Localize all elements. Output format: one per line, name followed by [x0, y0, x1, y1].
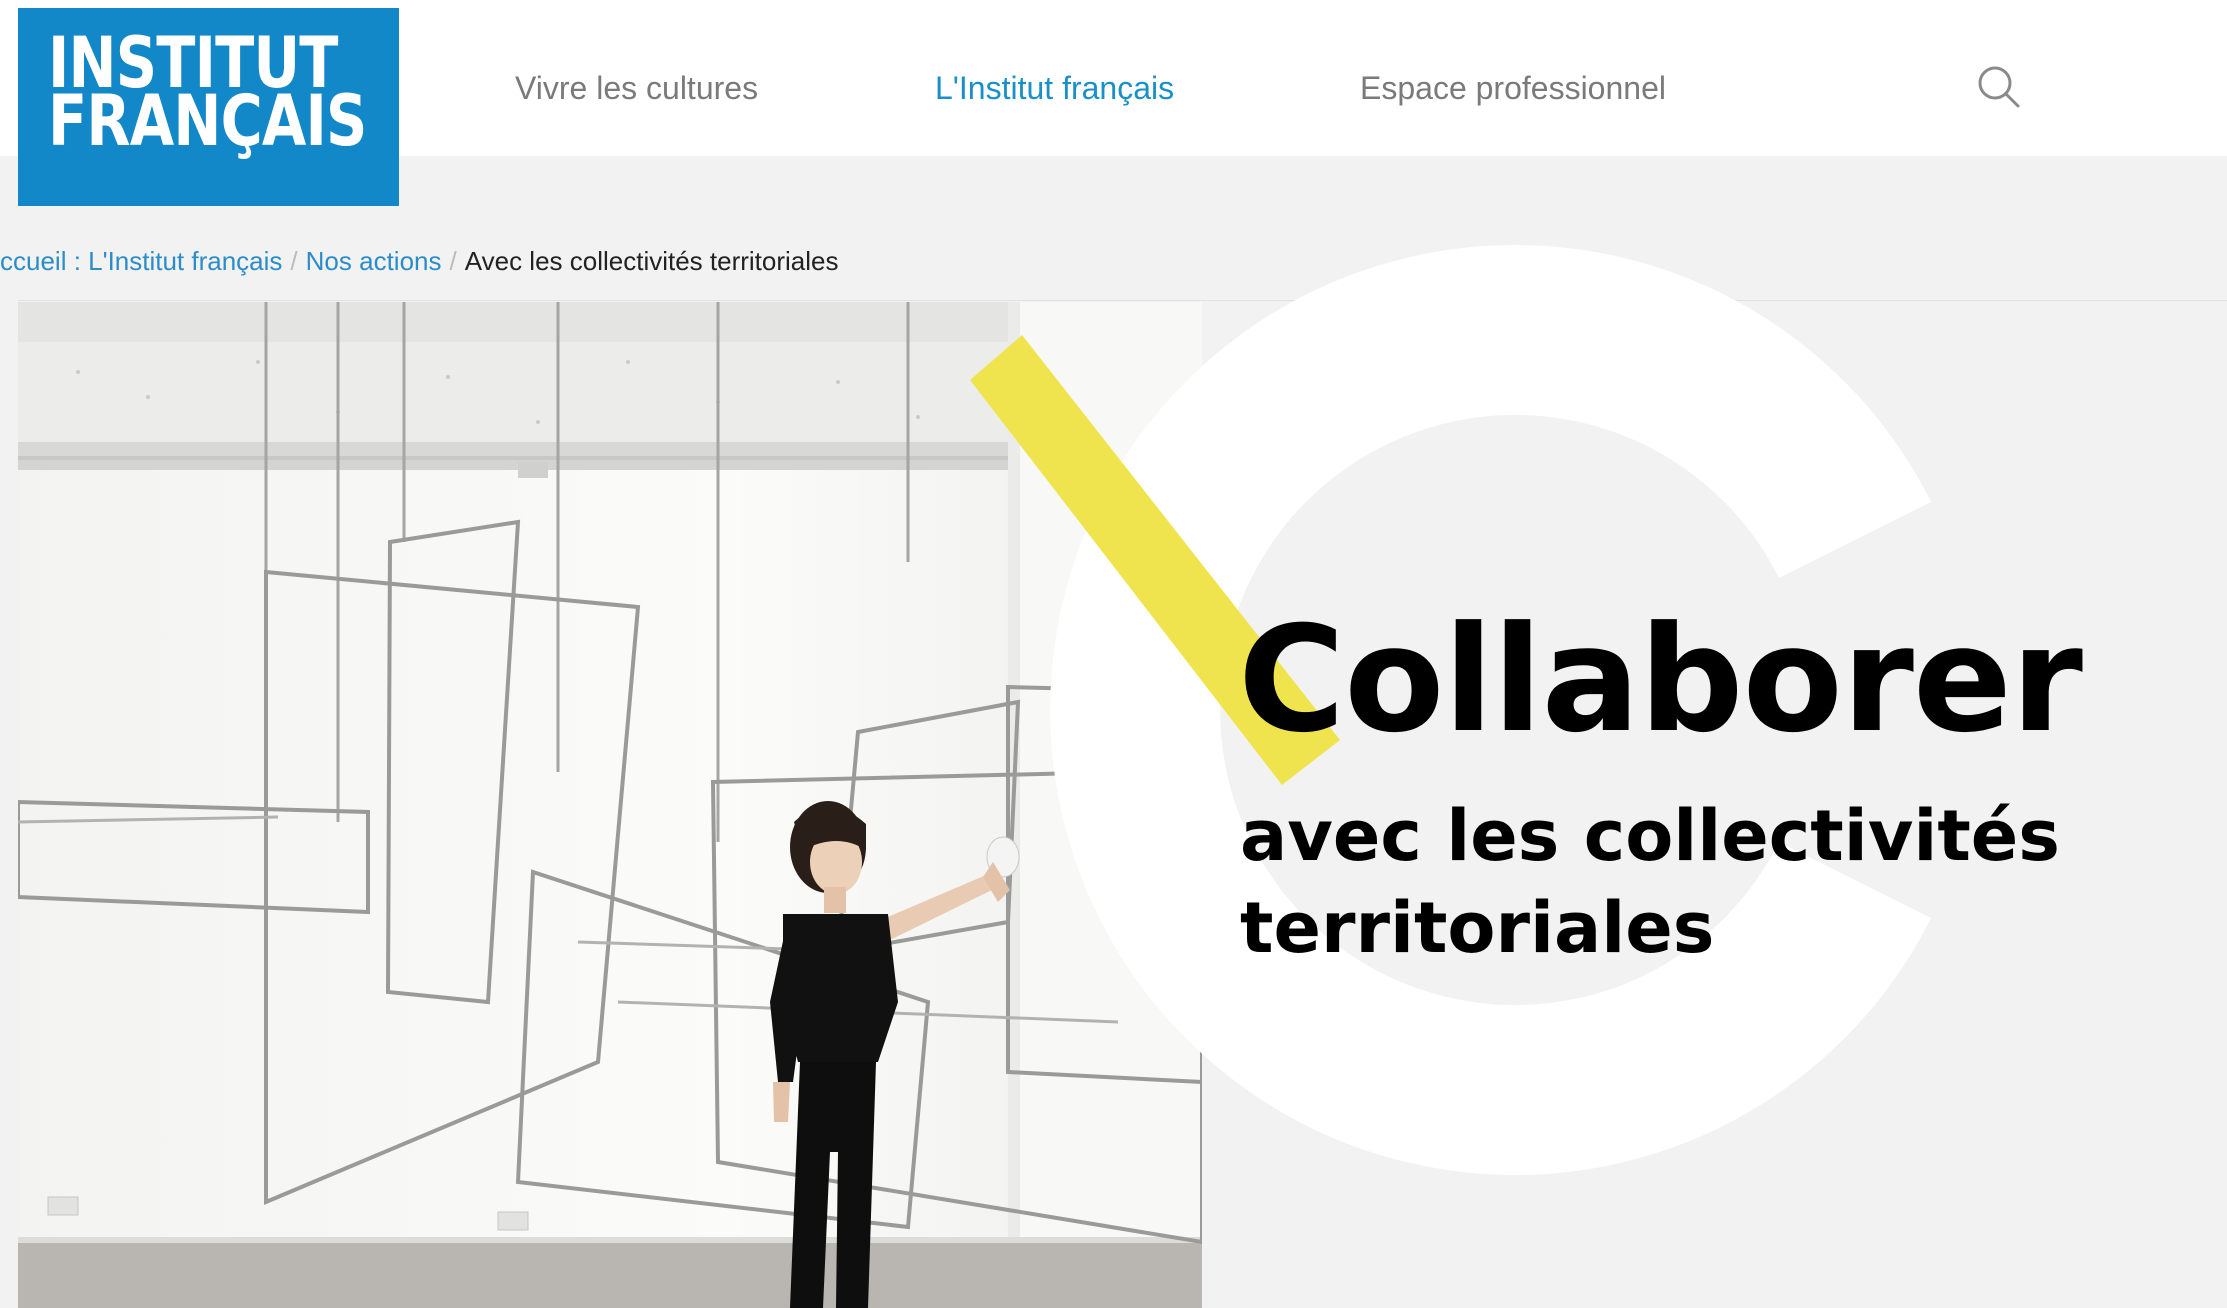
institut-francais-logo[interactable]: INSTITUT FRANÇAIS — [18, 8, 399, 206]
nav-vivre-les-cultures[interactable]: Vivre les cultures — [515, 70, 758, 107]
breadcrumb-home-link[interactable]: ccueil : L'Institut français — [0, 246, 282, 276]
breadcrumb-separator: / — [449, 246, 457, 276]
hero-subtitle: avec les collectivités territoriales — [1240, 795, 2060, 969]
breadcrumb-divider — [18, 300, 2227, 301]
hero-photo — [18, 302, 1202, 1308]
breadcrumb-nos-actions-link[interactable]: Nos actions — [306, 246, 442, 276]
nav-institut-francais[interactable]: L'Institut français — [935, 70, 1174, 107]
breadcrumb-current: Avec les collectivités territoriales — [464, 246, 839, 276]
hero-photo-illustration — [18, 302, 1202, 1308]
breadcrumb-separator: / — [290, 246, 298, 276]
nav-espace-professionnel[interactable]: Espace professionnel — [1360, 70, 1666, 107]
search-icon — [1978, 66, 2020, 108]
breadcrumb: ccueil : L'Institut français / Nos actions… — [0, 246, 839, 277]
hero-title: Collaborer — [1238, 595, 2083, 765]
logo-line-2: FRANÇAIS — [48, 80, 367, 162]
search-button[interactable] — [1976, 64, 2022, 110]
